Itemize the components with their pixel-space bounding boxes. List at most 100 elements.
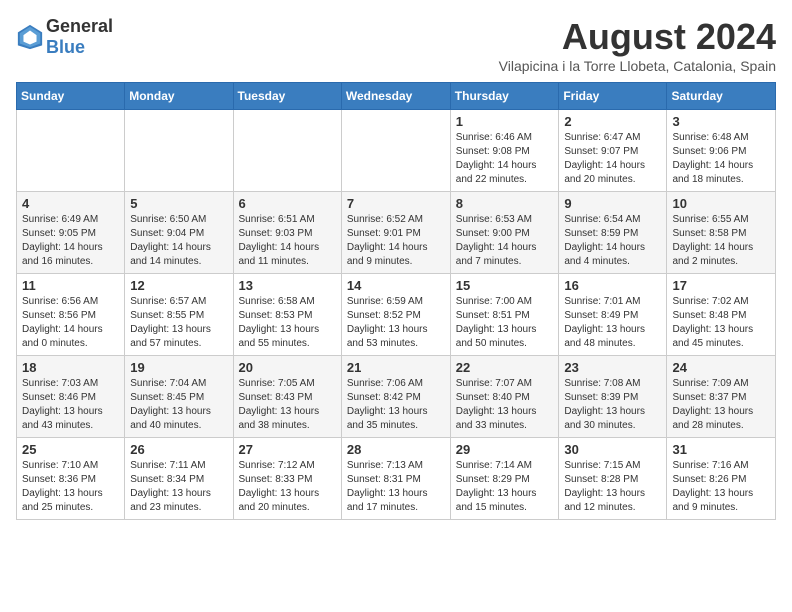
calendar-cell: 16Sunrise: 7:01 AMSunset: 8:49 PMDayligh… — [559, 274, 667, 356]
location: Vilapicina i la Torre Llobeta, Catalonia… — [499, 58, 776, 74]
day-detail: Sunrise: 6:55 AMSunset: 8:58 PMDaylight:… — [672, 213, 770, 269]
day-detail: Sunrise: 6:51 AMSunset: 9:03 PMDaylight:… — [239, 213, 336, 269]
calendar-cell — [125, 110, 233, 192]
day-number: 16 — [564, 278, 661, 293]
calendar-cell: 7 Sunrise: 6:52 AMSunset: 9:01 PMDaylight… — [341, 192, 450, 274]
day-detail: Sunrise: 6:54 AMSunset: 8:59 PMDaylight:… — [564, 213, 661, 269]
day-number: 1 — [456, 114, 554, 129]
logo: General Blue — [16, 16, 113, 58]
day-detail: Sunrise: 7:11 AMSunset: 8:34 PMDaylight:… — [130, 459, 227, 515]
day-number: 17 — [672, 278, 770, 293]
header-monday: Monday — [125, 83, 233, 110]
day-number: 4 — [22, 196, 119, 211]
day-number: 24 — [672, 360, 770, 375]
day-number: 21 — [347, 360, 445, 375]
day-number: 11 — [22, 278, 119, 293]
day-detail: Sunrise: 7:15 AMSunset: 8:28 PMDaylight:… — [564, 459, 661, 515]
calendar-cell: 13Sunrise: 6:58 AMSunset: 8:53 PMDayligh… — [233, 274, 341, 356]
calendar-cell: 30Sunrise: 7:15 AMSunset: 8:28 PMDayligh… — [559, 438, 667, 520]
day-number: 19 — [130, 360, 227, 375]
day-detail: Sunrise: 7:10 AMSunset: 8:36 PMDaylight:… — [22, 459, 119, 515]
calendar-cell: 14 Sunrise: 6:59 AMSunset: 8:52 PMDayligh… — [341, 274, 450, 356]
day-number: 6 — [239, 196, 336, 211]
day-detail: Sunrise: 7:16 AMSunset: 8:26 PMDaylight:… — [672, 459, 770, 515]
day-detail: Sunrise: 6:46 AMSunset: 9:08 PMDaylight:… — [456, 131, 554, 187]
calendar-cell — [17, 110, 125, 192]
header-wednesday: Wednesday — [341, 83, 450, 110]
day-number: 29 — [456, 442, 554, 457]
calendar-cell: 3 Sunrise: 6:48 AMSunset: 9:06 PMDaylight… — [667, 110, 776, 192]
calendar-cell: 18Sunrise: 7:03 AMSunset: 8:46 PMDayligh… — [17, 356, 125, 438]
day-detail: Sunrise: 7:08 AMSunset: 8:39 PMDaylight:… — [564, 377, 661, 433]
day-number: 26 — [130, 442, 227, 457]
day-detail: Sunrise: 6:50 AMSunset: 9:04 PMDaylight:… — [130, 213, 227, 269]
day-number: 8 — [456, 196, 554, 211]
day-detail: Sunrise: 6:48 AMSunset: 9:06 PMDaylight:… — [672, 131, 770, 187]
calendar-cell — [233, 110, 341, 192]
day-detail: Sunrise: 6:52 AMSunset: 9:01 PMDaylight:… — [347, 213, 445, 269]
calendar-cell: 15 Sunrise: 7:00 AMSunset: 8:51 PMDayligh… — [450, 274, 559, 356]
header-friday: Friday — [559, 83, 667, 110]
day-number: 10 — [672, 196, 770, 211]
day-detail: Sunrise: 7:00 AMSunset: 8:51 PMDaylight:… — [456, 295, 554, 351]
header-tuesday: Tuesday — [233, 83, 341, 110]
calendar-cell: 11 Sunrise: 6:56 AMSunset: 8:56 PMDayligh… — [17, 274, 125, 356]
day-detail: Sunrise: 7:12 AMSunset: 8:33 PMDaylight:… — [239, 459, 336, 515]
header-saturday: Saturday — [667, 83, 776, 110]
day-number: 22 — [456, 360, 554, 375]
calendar-week-4: 18Sunrise: 7:03 AMSunset: 8:46 PMDayligh… — [17, 356, 776, 438]
calendar-cell: 29 Sunrise: 7:14 AMSunset: 8:29 PMDayligh… — [450, 438, 559, 520]
day-number: 3 — [672, 114, 770, 129]
calendar-week-5: 25 Sunrise: 7:10 AMSunset: 8:36 PMDayligh… — [17, 438, 776, 520]
day-number: 9 — [564, 196, 661, 211]
day-detail: Sunrise: 6:59 AMSunset: 8:52 PMDaylight:… — [347, 295, 445, 351]
day-number: 15 — [456, 278, 554, 293]
calendar-cell: 23 Sunrise: 7:08 AMSunset: 8:39 PMDayligh… — [559, 356, 667, 438]
day-number: 28 — [347, 442, 445, 457]
day-number: 20 — [239, 360, 336, 375]
calendar-cell — [341, 110, 450, 192]
calendar-cell: 12Sunrise: 6:57 AMSunset: 8:55 PMDayligh… — [125, 274, 233, 356]
calendar-cell: 5 Sunrise: 6:50 AMSunset: 9:04 PMDaylight… — [125, 192, 233, 274]
day-detail: Sunrise: 7:06 AMSunset: 8:42 PMDaylight:… — [347, 377, 445, 433]
day-detail: Sunrise: 7:13 AMSunset: 8:31 PMDaylight:… — [347, 459, 445, 515]
calendar-cell: 10 Sunrise: 6:55 AMSunset: 8:58 PMDayligh… — [667, 192, 776, 274]
day-number: 13 — [239, 278, 336, 293]
day-number: 2 — [564, 114, 661, 129]
calendar-cell: 28 Sunrise: 7:13 AMSunset: 8:31 PMDayligh… — [341, 438, 450, 520]
calendar-week-2: 4 Sunrise: 6:49 AMSunset: 9:05 PMDaylight… — [17, 192, 776, 274]
day-number: 7 — [347, 196, 445, 211]
day-detail: Sunrise: 7:14 AMSunset: 8:29 PMDaylight:… — [456, 459, 554, 515]
logo-general: General — [46, 16, 113, 36]
page-header: General Blue August 2024 Vilapicina i la… — [16, 16, 776, 74]
calendar-cell: 27Sunrise: 7:12 AMSunset: 8:33 PMDayligh… — [233, 438, 341, 520]
day-number: 12 — [130, 278, 227, 293]
month-year: August 2024 — [499, 16, 776, 58]
calendar-week-1: 1 Sunrise: 6:46 AMSunset: 9:08 PMDaylight… — [17, 110, 776, 192]
day-number: 14 — [347, 278, 445, 293]
calendar: SundayMondayTuesdayWednesdayThursdayFrid… — [16, 82, 776, 520]
calendar-cell: 2Sunrise: 6:47 AMSunset: 9:07 PMDaylight… — [559, 110, 667, 192]
day-detail: Sunrise: 7:03 AMSunset: 8:46 PMDaylight:… — [22, 377, 119, 433]
calendar-cell: 6 Sunrise: 6:51 AMSunset: 9:03 PMDaylight… — [233, 192, 341, 274]
day-detail: Sunrise: 7:07 AMSunset: 8:40 PMDaylight:… — [456, 377, 554, 433]
day-number: 23 — [564, 360, 661, 375]
calendar-cell: 31Sunrise: 7:16 AMSunset: 8:26 PMDayligh… — [667, 438, 776, 520]
calendar-cell: 19 Sunrise: 7:04 AMSunset: 8:45 PMDayligh… — [125, 356, 233, 438]
calendar-cell: 17 Sunrise: 7:02 AMSunset: 8:48 PMDayligh… — [667, 274, 776, 356]
calendar-cell: 24Sunrise: 7:09 AMSunset: 8:37 PMDayligh… — [667, 356, 776, 438]
day-detail: Sunrise: 6:56 AMSunset: 8:56 PMDaylight:… — [22, 295, 119, 351]
calendar-cell: 21 Sunrise: 7:06 AMSunset: 8:42 PMDayligh… — [341, 356, 450, 438]
day-detail: Sunrise: 6:53 AMSunset: 9:00 PMDaylight:… — [456, 213, 554, 269]
calendar-cell: 20Sunrise: 7:05 AMSunset: 8:43 PMDayligh… — [233, 356, 341, 438]
day-number: 25 — [22, 442, 119, 457]
calendar-week-3: 11 Sunrise: 6:56 AMSunset: 8:56 PMDayligh… — [17, 274, 776, 356]
calendar-cell: 8 Sunrise: 6:53 AMSunset: 9:00 PMDaylight… — [450, 192, 559, 274]
day-detail: Sunrise: 6:49 AMSunset: 9:05 PMDaylight:… — [22, 213, 119, 269]
calendar-cell: 4 Sunrise: 6:49 AMSunset: 9:05 PMDaylight… — [17, 192, 125, 274]
day-number: 5 — [130, 196, 227, 211]
day-detail: Sunrise: 7:04 AMSunset: 8:45 PMDaylight:… — [130, 377, 227, 433]
day-detail: Sunrise: 7:02 AMSunset: 8:48 PMDaylight:… — [672, 295, 770, 351]
header-thursday: Thursday — [450, 83, 559, 110]
calendar-cell: 25 Sunrise: 7:10 AMSunset: 8:36 PMDayligh… — [17, 438, 125, 520]
